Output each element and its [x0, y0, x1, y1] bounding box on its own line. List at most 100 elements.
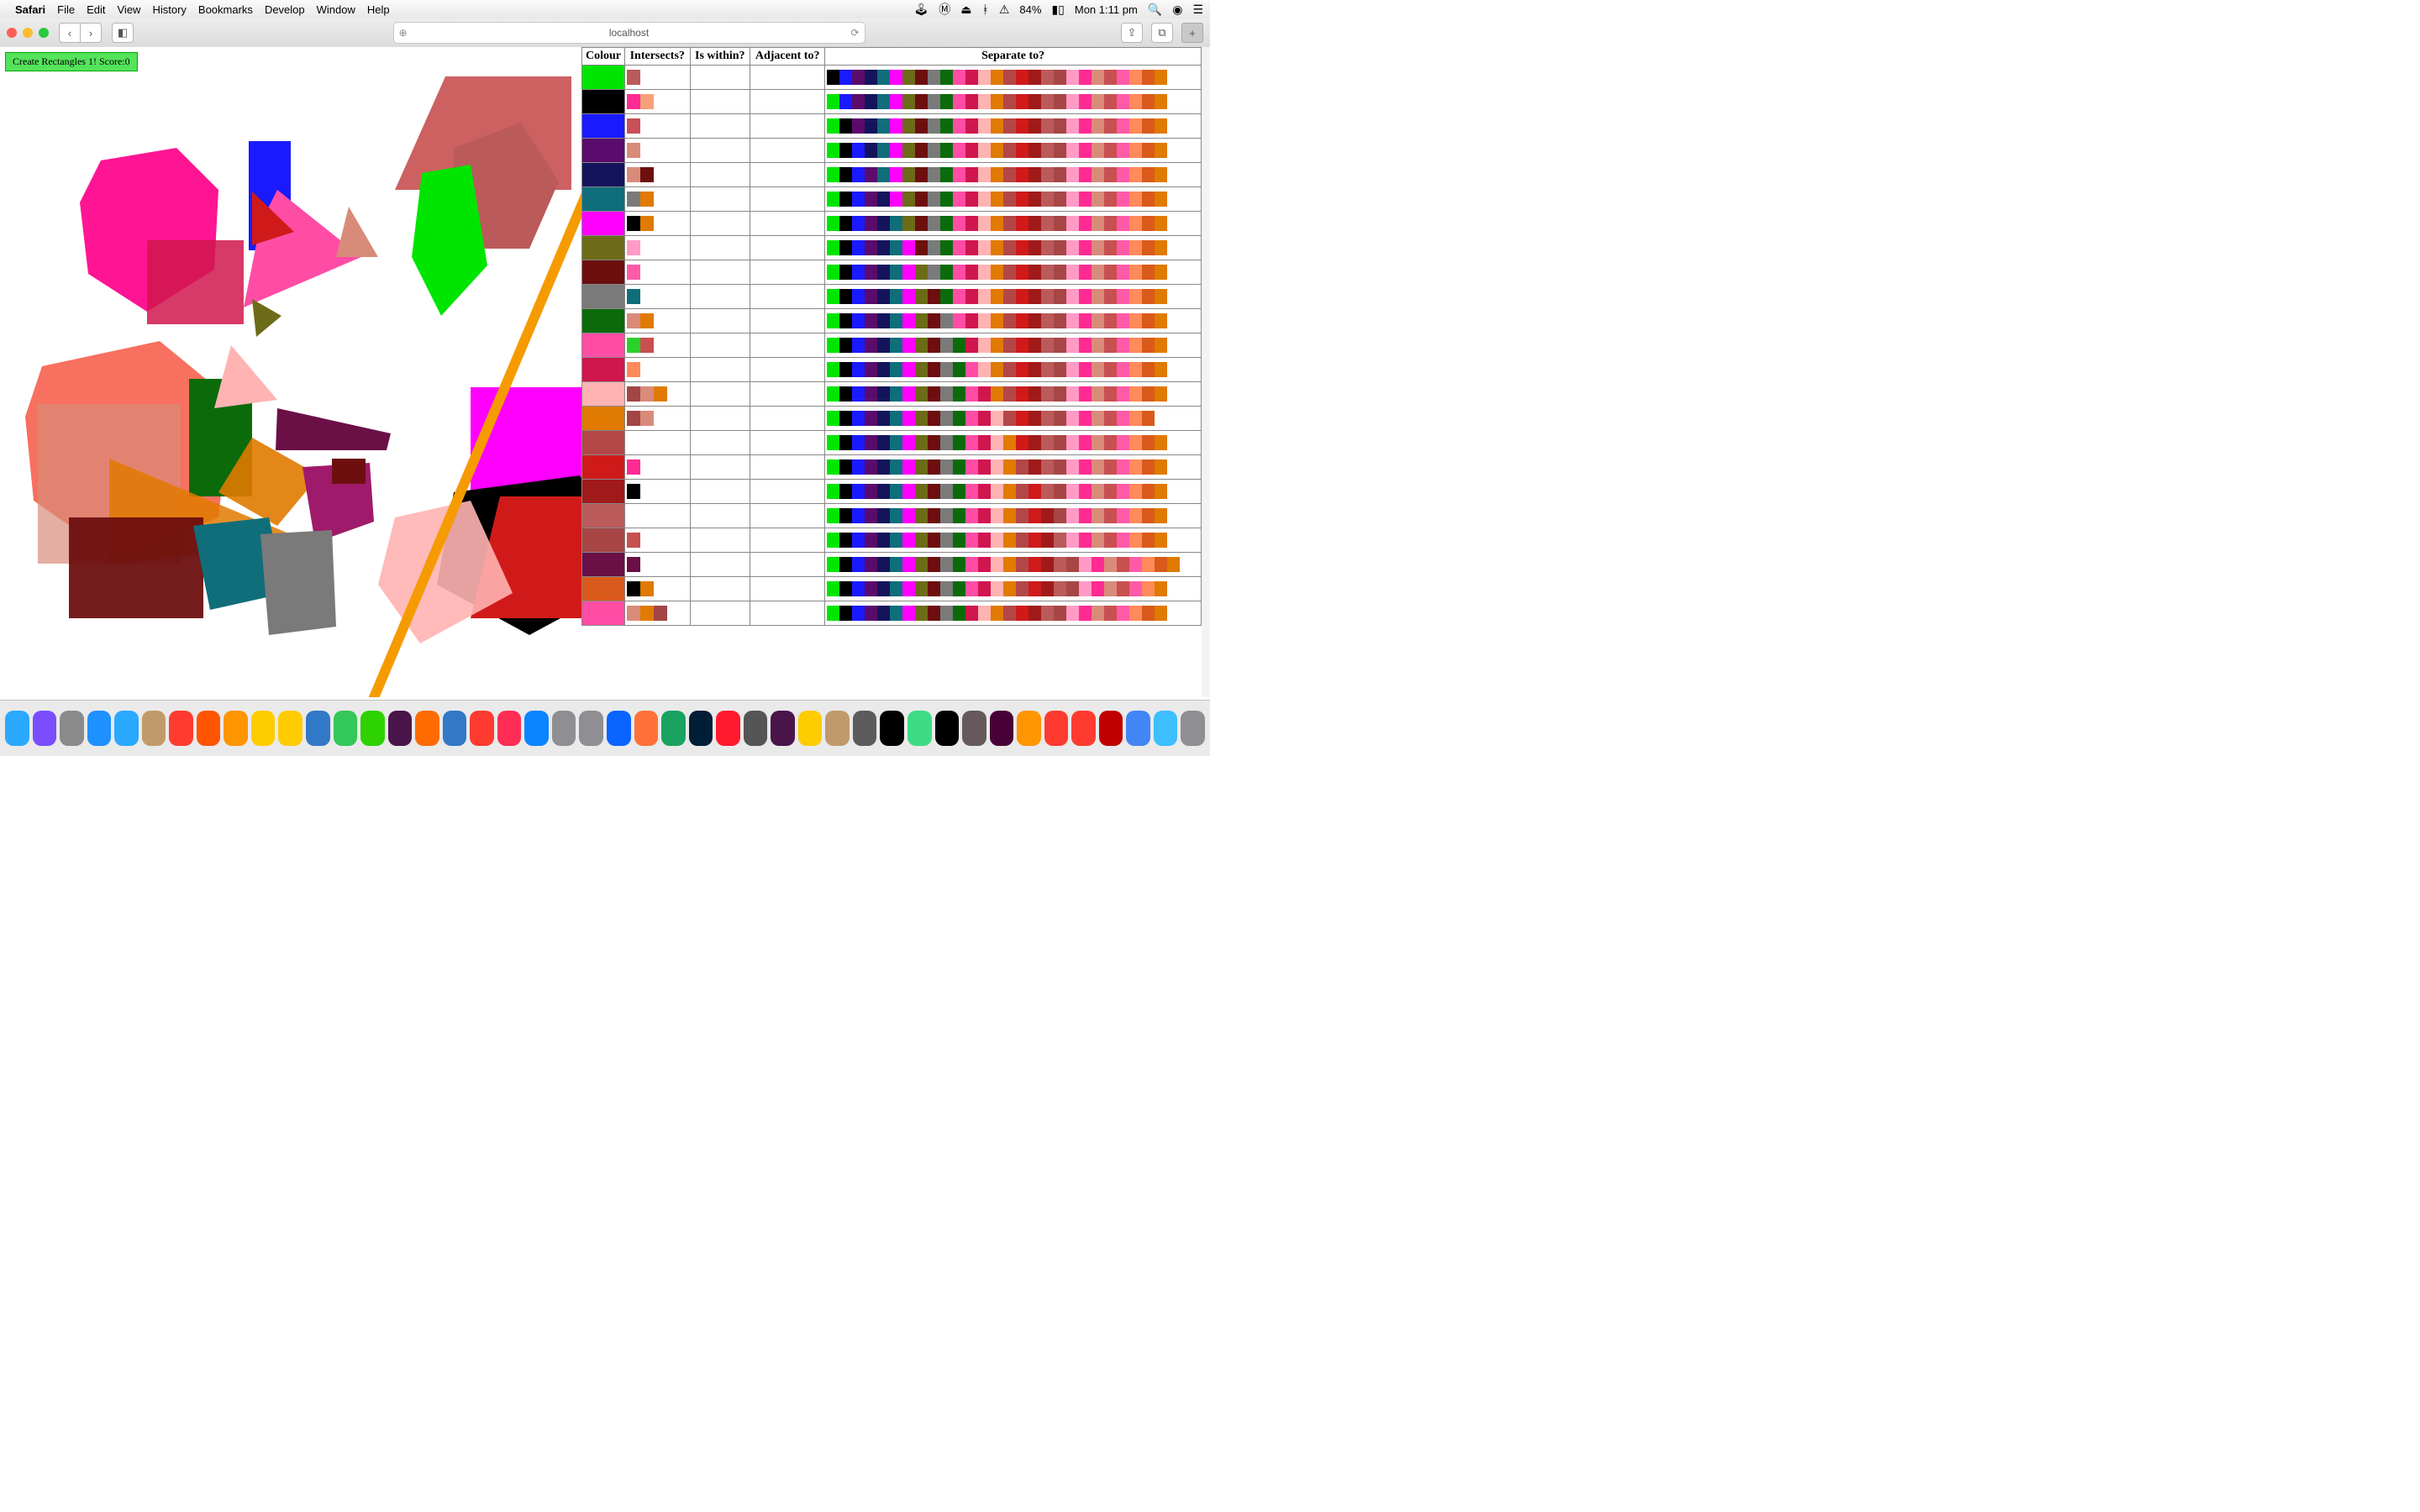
- dock-xd-icon[interactable]: [990, 711, 1014, 746]
- shapes-canvas[interactable]: [0, 47, 581, 697]
- tray-battery-pct[interactable]: 84%: [1019, 3, 1041, 16]
- dock-palette-icon[interactable]: [825, 711, 850, 746]
- dock-photoshop-icon[interactable]: [689, 711, 713, 746]
- colour-swatch[interactable]: [582, 114, 625, 139]
- dock-slack-icon[interactable]: [388, 711, 413, 746]
- dock-charts-icon[interactable]: [415, 711, 439, 746]
- dock-photos-icon[interactable]: [251, 711, 276, 746]
- colour-swatch[interactable]: [582, 504, 625, 528]
- nav-back-button[interactable]: ‹: [59, 23, 81, 43]
- new-tab-button[interactable]: +: [1181, 23, 1203, 43]
- colour-swatch[interactable]: [582, 260, 625, 285]
- tray-bluetooth-icon[interactable]: ᚼ: [981, 3, 988, 16]
- colour-swatch[interactable]: [582, 187, 625, 212]
- menubar-bookmarks[interactable]: Bookmarks: [198, 3, 253, 16]
- colour-swatch[interactable]: [582, 333, 625, 358]
- tray-joystick-icon[interactable]: 🕹: [913, 3, 929, 17]
- dock-launchpad-icon[interactable]: [60, 711, 84, 746]
- dock-activity-icon[interactable]: [579, 711, 603, 746]
- dock-systemprefs-icon[interactable]: [552, 711, 576, 746]
- colour-swatch[interactable]: [582, 309, 625, 333]
- dock-android-icon[interactable]: [908, 711, 932, 746]
- dock-star-icon[interactable]: [798, 711, 823, 746]
- colour-swatch[interactable]: [582, 90, 625, 114]
- window-close-button[interactable]: [7, 28, 17, 38]
- colour-swatch[interactable]: [582, 431, 625, 455]
- dock-contacts-icon[interactable]: [142, 711, 166, 746]
- dock-preview-icon[interactable]: [306, 711, 330, 746]
- dock-notes-icon[interactable]: [278, 711, 302, 746]
- reload-icon[interactable]: ⟳: [850, 27, 859, 39]
- menubar-window[interactable]: Window: [317, 3, 355, 16]
- colour-swatch[interactable]: [582, 163, 625, 187]
- colour-swatch[interactable]: [582, 528, 625, 553]
- colour-swatch[interactable]: [582, 577, 625, 601]
- dock-no-entry-icon[interactable]: [470, 711, 494, 746]
- colour-swatch[interactable]: [582, 553, 625, 577]
- colour-swatch[interactable]: [582, 480, 625, 504]
- sidebar-toggle-button[interactable]: ◧: [112, 23, 134, 43]
- dock-safari-icon[interactable]: [87, 711, 112, 746]
- colour-swatch[interactable]: [582, 601, 625, 626]
- tabs-overview-button[interactable]: ⧉: [1151, 23, 1173, 43]
- colour-swatch[interactable]: [582, 236, 625, 260]
- menubar-view[interactable]: View: [118, 3, 141, 16]
- dock-firefox-dev-icon[interactable]: [607, 711, 631, 746]
- dock-siri-icon[interactable]: [33, 711, 57, 746]
- dock-clock-icon[interactable]: [1017, 711, 1041, 746]
- tray-clock[interactable]: Mon 1:11 pm: [1075, 3, 1138, 16]
- dock-itunes-icon[interactable]: [497, 711, 522, 746]
- colour-swatch[interactable]: [582, 285, 625, 309]
- dock-opera-icon[interactable]: [716, 711, 740, 746]
- colour-swatch[interactable]: [582, 139, 625, 163]
- dock-chrome-icon[interactable]: [661, 711, 686, 746]
- reader-icon[interactable]: ⊕: [399, 27, 408, 39]
- dock-dictionary-icon[interactable]: [197, 711, 221, 746]
- dock-square-icon[interactable]: [1071, 711, 1096, 746]
- url-bar[interactable]: ⊕ localhost ⟳: [393, 22, 865, 44]
- dock-tag-icon[interactable]: [1044, 711, 1069, 746]
- menubar-develop[interactable]: Develop: [265, 3, 305, 16]
- dock-xcode-icon[interactable]: [443, 711, 467, 746]
- nav-forward-button[interactable]: ›: [81, 23, 102, 43]
- share-button[interactable]: ⇪: [1121, 23, 1143, 43]
- dock-bitdefender-icon[interactable]: [744, 711, 768, 746]
- dock-firefox-icon[interactable]: [634, 711, 659, 746]
- colour-swatch[interactable]: [582, 66, 625, 90]
- colour-swatch[interactable]: [582, 407, 625, 431]
- dock-wechat-icon[interactable]: [360, 711, 385, 746]
- tray-wifi-icon[interactable]: ⚠︎: [999, 3, 1010, 17]
- menubar-file[interactable]: File: [57, 3, 75, 16]
- window-zoom-button[interactable]: [39, 28, 49, 38]
- colour-swatch[interactable]: [582, 212, 625, 236]
- tray-notifications-icon[interactable]: ☰: [1192, 3, 1203, 17]
- tray-airplay-icon[interactable]: ⏏: [960, 3, 971, 17]
- tray-battery-icon[interactable]: ▮▯: [1051, 3, 1064, 17]
- menubar-help[interactable]: Help: [367, 3, 390, 16]
- dock-finder-icon[interactable]: [5, 711, 29, 746]
- dock-folder-icon[interactable]: [1154, 711, 1178, 746]
- menubar-history[interactable]: History: [152, 3, 186, 16]
- menubar-edit[interactable]: Edit: [87, 3, 105, 16]
- dock-trash-icon[interactable]: [1181, 711, 1205, 746]
- dock-reminders-icon[interactable]: [224, 711, 248, 746]
- tray-malware-icon[interactable]: Ⓜ: [939, 1, 950, 18]
- window-minimize-button[interactable]: [23, 28, 33, 38]
- tray-spotlight-icon[interactable]: 🔍: [1148, 3, 1162, 17]
- colour-swatch[interactable]: [582, 358, 625, 382]
- dock-gimp-icon[interactable]: [853, 711, 877, 746]
- dock-terminal-icon[interactable]: [880, 711, 904, 746]
- dock-slack2-icon[interactable]: [771, 711, 795, 746]
- dock-atom-icon[interactable]: [962, 711, 986, 746]
- menubar-app[interactable]: Safari: [15, 3, 45, 16]
- tray-user-icon[interactable]: ◉: [1172, 3, 1182, 17]
- dock-terminal2-icon[interactable]: [935, 711, 960, 746]
- dock-appstore-icon[interactable]: [524, 711, 549, 746]
- colour-swatch[interactable]: [582, 455, 625, 480]
- dock-filezilla-icon[interactable]: [1099, 711, 1123, 746]
- colour-swatch[interactable]: [582, 382, 625, 407]
- dock-mail-icon[interactable]: [114, 711, 139, 746]
- page-scrollbar[interactable]: [1202, 47, 1210, 697]
- dock-translate-icon[interactable]: [1126, 711, 1150, 746]
- dock-messages-icon[interactable]: [334, 711, 358, 746]
